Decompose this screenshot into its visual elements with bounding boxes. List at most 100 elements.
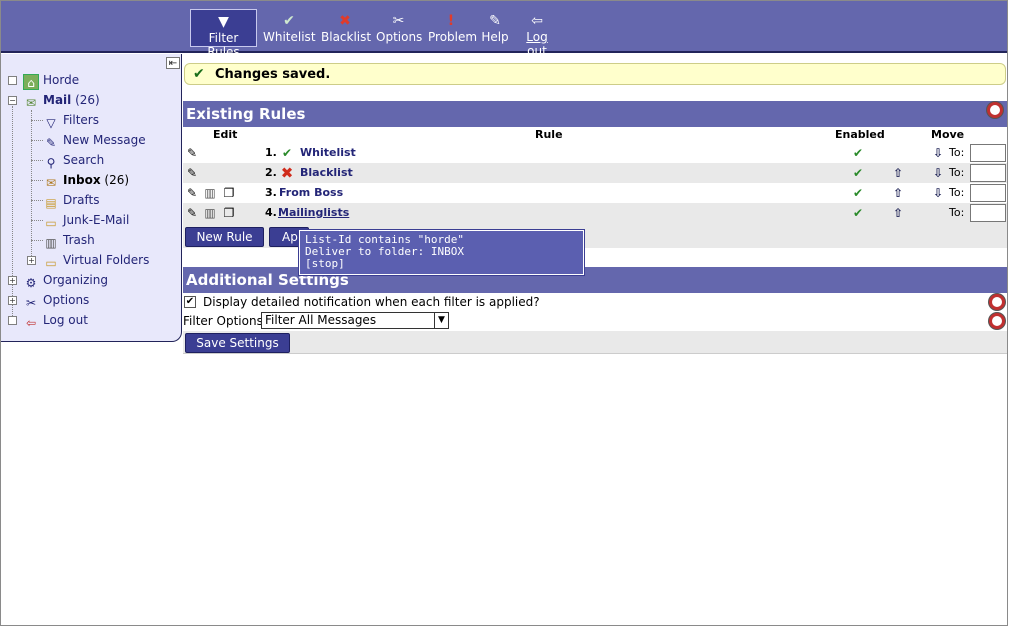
move-down-icon[interactable]: ⇩ [930, 145, 946, 161]
move-up-icon[interactable]: ⇧ [890, 165, 906, 181]
sidebar-item-options-label: Options [43, 293, 90, 307]
logout-icon: ⇦ [25, 316, 37, 330]
move-to-input[interactable] [970, 144, 1006, 162]
sidebar-item-inbox[interactable]: ✉ Inbox (26) [43, 170, 129, 190]
notify-setting-row: ✔ Display detailed notification when eac… [183, 292, 1007, 312]
sidebar-item-mail[interactable]: ✉ Mail (26) [23, 90, 100, 110]
rule-name[interactable]: Whitelist [300, 146, 356, 159]
inbox-icon: ✉ [45, 176, 57, 190]
to-label: To: [949, 166, 965, 179]
toolbar-logout[interactable]: ⇦ Log out [515, 9, 559, 58]
notification-message: Changes saved. [215, 67, 331, 82]
enabled-check-icon[interactable]: ✔ [850, 185, 866, 201]
sidebar-item-junk-label: Junk-E-Mail [63, 213, 130, 227]
filter-options-label: Filter Options [183, 314, 263, 328]
tools-icon: ✂ [392, 13, 405, 29]
move-to-input[interactable] [970, 204, 1006, 222]
chevron-down-icon: ▼ [434, 313, 448, 328]
sidebar-item-horde-label: Horde [43, 73, 80, 87]
to-label: To: [949, 206, 965, 219]
x-icon: ✖ [280, 164, 294, 182]
sidebar-item-virtual-folders[interactable]: ▭ Virtual Folders [43, 250, 149, 270]
enabled-check-icon[interactable]: ✔ [850, 165, 866, 181]
sidebar-item-options[interactable]: ✂ Options [23, 290, 89, 310]
move-down-icon[interactable]: ⇩ [930, 185, 946, 201]
mail-icon: ✉ [25, 96, 37, 110]
expand-icon[interactable] [8, 76, 17, 85]
sidebar-item-trash[interactable]: ▥ Trash [43, 230, 95, 250]
expand-icon[interactable]: + [27, 256, 36, 265]
sidebar-item-trash-label: Trash [63, 233, 95, 247]
search-icon: ⚲ [46, 156, 56, 170]
sidebar-item-organizing-label: Organizing [43, 273, 108, 287]
col-header-move: Move [931, 128, 965, 141]
sidebar-item-filters-label: Filters [63, 113, 99, 127]
toolbar-help[interactable]: ✎ Help [481, 9, 509, 47]
tree-node-icon [8, 316, 17, 325]
rule-number: 1. [265, 146, 277, 159]
sidebar-item-horde[interactable]: ⌂ Horde [23, 70, 79, 90]
tree-line [31, 120, 43, 121]
help-lifebuoy-icon[interactable] [989, 294, 1005, 310]
move-up-icon[interactable]: ⇧ [890, 205, 906, 221]
top-toolbar: ▼ Filter Rules ✔ Whitelist ✖ Blacklist ✂… [1, 1, 1007, 59]
move-up-icon[interactable]: ⇧ [890, 185, 906, 201]
delete-icon[interactable]: ▥ [202, 185, 218, 201]
col-header-edit: Edit [213, 128, 238, 141]
collapse-icon[interactable]: − [8, 96, 17, 105]
expand-icon[interactable]: + [8, 276, 17, 285]
sidebar-item-drafts[interactable]: ▤ Drafts [43, 190, 99, 210]
tree-line [31, 240, 43, 241]
notify-checkbox[interactable]: ✔ [184, 296, 196, 308]
toolbar-options-label: Options [376, 30, 423, 44]
folder-icon: ▭ [45, 216, 57, 230]
save-settings-button[interactable]: Save Settings [185, 333, 290, 353]
rule-number: 2. [265, 166, 277, 179]
filter-icon: ▼ [218, 14, 229, 30]
rule-name[interactable]: Blacklist [300, 166, 353, 179]
toolbar-whitelist[interactable]: ✔ Whitelist [263, 9, 316, 47]
notify-label: Display detailed notification when each … [203, 295, 540, 309]
enabled-check-icon[interactable]: ✔ [850, 145, 866, 161]
existing-rules-title: Existing Rules [186, 105, 306, 123]
toolbar-blacklist[interactable]: ✖ Blacklist [321, 9, 371, 47]
move-down-icon[interactable]: ⇩ [930, 165, 946, 181]
sidebar-item-search[interactable]: ⚲ Search [43, 150, 105, 170]
move-to-input[interactable] [970, 184, 1006, 202]
sidebar-item-new-message-label: New Message [63, 133, 146, 147]
edit-icon[interactable]: ✎ [184, 165, 200, 181]
sidebar-item-mail-label: Mail [43, 93, 72, 107]
help-lifebuoy-icon[interactable] [989, 313, 1005, 329]
col-header-enabled: Enabled [835, 128, 885, 141]
toolbar-problem[interactable]: ! Problem [428, 9, 478, 47]
enabled-check-icon[interactable]: ✔ [850, 205, 866, 221]
sidebar-item-filters[interactable]: ▽ Filters [43, 110, 99, 130]
sidebar-item-virtual-folders-label: Virtual Folders [63, 253, 150, 267]
tree-line [31, 180, 43, 181]
help-lifebuoy-icon[interactable] [987, 102, 1003, 118]
sidebar-item-logout[interactable]: ⇦ Log out [23, 310, 88, 330]
move-to-input[interactable] [970, 164, 1006, 182]
edit-icon[interactable]: ✎ [184, 205, 200, 221]
sidebar-item-organizing[interactable]: ⚙ Organizing [23, 270, 108, 290]
delete-icon[interactable]: ▥ [202, 205, 218, 221]
copy-icon[interactable]: ❐ [221, 185, 237, 201]
sidebar-item-junk[interactable]: ▭ Junk-E-Mail [43, 210, 129, 230]
new-rule-button[interactable]: New Rule [185, 227, 264, 247]
filter-icon: ▽ [46, 116, 56, 130]
toolbar-problem-label: Problem [428, 30, 478, 44]
edit-icon[interactable]: ✎ [184, 185, 200, 201]
expand-icon[interactable]: + [8, 296, 17, 305]
collapse-sidebar-icon[interactable]: ⇤ [166, 57, 180, 69]
toolbar-filter-rules[interactable]: ▼ Filter Rules [190, 9, 257, 59]
sidebar-item-logout-label: Log out [43, 313, 88, 327]
sidebar-item-new-message[interactable]: ✎ New Message [43, 130, 146, 150]
toolbar-options[interactable]: ✂ Options [376, 9, 423, 47]
rule-name[interactable]: From Boss [279, 186, 343, 199]
rule-name[interactable]: Mailinglists [278, 206, 349, 219]
sidebar: ⇤ ⌂ Horde − ✉ Mail (26) ▽ Filters ✎ New Mess… [1, 54, 182, 342]
copy-icon[interactable]: ❐ [221, 205, 237, 221]
rule-number: 4. [265, 206, 277, 219]
edit-icon[interactable]: ✎ [184, 145, 200, 161]
filter-options-select[interactable]: Filter All Messages ▼ [261, 312, 449, 329]
